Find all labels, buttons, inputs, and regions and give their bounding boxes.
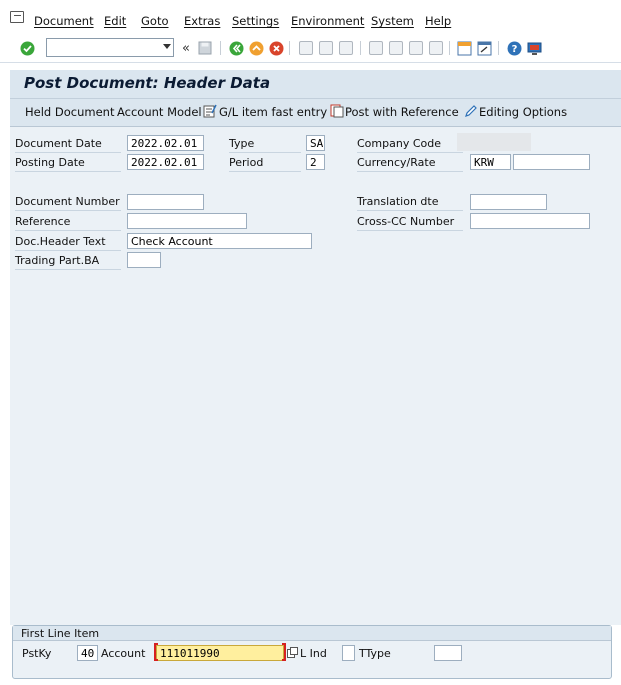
held-document-button[interactable]: Held Document [25, 105, 114, 119]
menu-exit-icon[interactable] [10, 11, 24, 23]
menu-document[interactable]: Document [34, 14, 94, 28]
doc-header-text-label: Doc.Header Text [15, 234, 121, 251]
account-field[interactable]: 111011990 [156, 645, 284, 661]
toolbar-divider [220, 41, 221, 55]
document-date-label: Document Date [15, 136, 121, 153]
prev-page-icon[interactable] [388, 40, 404, 56]
bottom-strip [0, 680, 621, 685]
find-next-icon[interactable] [338, 40, 354, 56]
account-model-button[interactable]: Account Model [117, 105, 202, 119]
lind-label: L Ind [300, 647, 327, 660]
currency-rate-label: Currency/Rate [357, 155, 463, 172]
currency-field[interactable]: KRW [470, 154, 511, 170]
ttype-field[interactable] [434, 645, 462, 661]
menu-bar: Document Edit Goto Extras Settings Envir… [0, 0, 621, 34]
document-date-field[interactable]: 2022.02.01 [127, 135, 204, 151]
trading-part-field[interactable] [127, 252, 161, 268]
menu-system[interactable]: System [371, 14, 414, 28]
menu-settings[interactable]: Settings [232, 14, 279, 28]
posting-date-field[interactable]: 2022.02.01 [127, 154, 204, 170]
fast-entry-icon[interactable] [203, 104, 217, 118]
help-icon[interactable]: ? [506, 40, 522, 56]
document-number-label: Document Number [15, 194, 121, 211]
post-with-reference-button[interactable]: Post with Reference [345, 105, 459, 119]
header-data-area: Document Date 2022.02.01 Type SA Company… [10, 127, 621, 625]
toolbar-divider [449, 41, 450, 55]
cancel-icon[interactable] [268, 40, 284, 56]
type-field[interactable]: SA [306, 135, 325, 151]
command-field[interactable] [46, 38, 174, 57]
last-page-icon[interactable] [428, 40, 444, 56]
cross-cc-number-field[interactable] [470, 213, 590, 229]
lind-field[interactable] [342, 645, 355, 661]
first-line-item-header: First Line Item [13, 626, 611, 641]
back-icon[interactable] [228, 40, 244, 56]
company-code-label: Company Code [357, 136, 463, 153]
first-line-item-group: First Line Item PstKy 40 Account 1110119… [12, 625, 612, 679]
focus-bracket-left [154, 643, 158, 661]
toolbar-divider [289, 41, 290, 55]
collapse-icon[interactable]: « [178, 40, 194, 56]
page-title: Post Document: Header Data [24, 74, 271, 92]
menu-edit[interactable]: Edit [104, 14, 126, 28]
company-code-field[interactable] [457, 133, 531, 151]
next-page-icon[interactable] [408, 40, 424, 56]
standard-toolbar: « ? [0, 34, 621, 63]
translation-date-label: Translation dte [357, 194, 463, 211]
first-line-item-title: First Line Item [21, 627, 100, 640]
application-toolbar: Held Document Account Model G/L item fas… [10, 99, 621, 127]
document-number-field[interactable] [127, 194, 204, 210]
menu-goto[interactable]: Goto [141, 14, 169, 28]
svg-text:?: ? [511, 44, 517, 55]
doc-header-text-field[interactable]: Check Account [127, 233, 312, 249]
toolbar-divider [360, 41, 361, 55]
cross-cc-number-label: Cross-CC Number [357, 214, 463, 231]
chevron-down-icon[interactable] [163, 44, 171, 49]
save-icon[interactable] [197, 40, 213, 56]
reference-label: Reference [15, 214, 121, 231]
exchange-rate-field[interactable] [513, 154, 590, 170]
focus-bracket-right [282, 643, 286, 661]
translation-date-field[interactable] [470, 194, 547, 210]
pencil-icon[interactable] [464, 104, 478, 118]
pstky-field[interactable]: 40 [77, 645, 98, 661]
posting-date-label: Posting Date [15, 155, 121, 172]
create-session-icon[interactable] [456, 40, 472, 56]
enter-icon[interactable] [19, 40, 35, 56]
toolbar-divider [498, 41, 499, 55]
period-label: Period [229, 155, 301, 172]
matchcode-icon[interactable] [287, 647, 298, 658]
menu-extras[interactable]: Extras [184, 14, 220, 28]
post-reference-icon[interactable] [330, 104, 344, 118]
exit-icon[interactable] [248, 40, 264, 56]
period-field[interactable]: 2 [306, 154, 325, 170]
customize-icon[interactable] [526, 40, 542, 56]
menu-environment[interactable]: Environment [291, 14, 364, 28]
pstky-label: PstKy [22, 647, 52, 660]
gl-fast-entry-button[interactable]: G/L item fast entry [219, 105, 327, 119]
trading-part-label: Trading Part.BA [15, 253, 121, 270]
screen-title-bar: Post Document: Header Data [10, 70, 621, 99]
find-icon[interactable] [318, 40, 334, 56]
editing-options-button[interactable]: Editing Options [479, 105, 567, 119]
first-page-icon[interactable] [368, 40, 384, 56]
shortcut-icon[interactable] [476, 40, 492, 56]
ttype-label: TType [359, 647, 391, 660]
account-label: Account [101, 647, 146, 660]
reference-field[interactable] [127, 213, 247, 229]
menu-help[interactable]: Help [425, 14, 451, 28]
type-label: Type [229, 136, 301, 153]
print-icon[interactable] [298, 40, 314, 56]
